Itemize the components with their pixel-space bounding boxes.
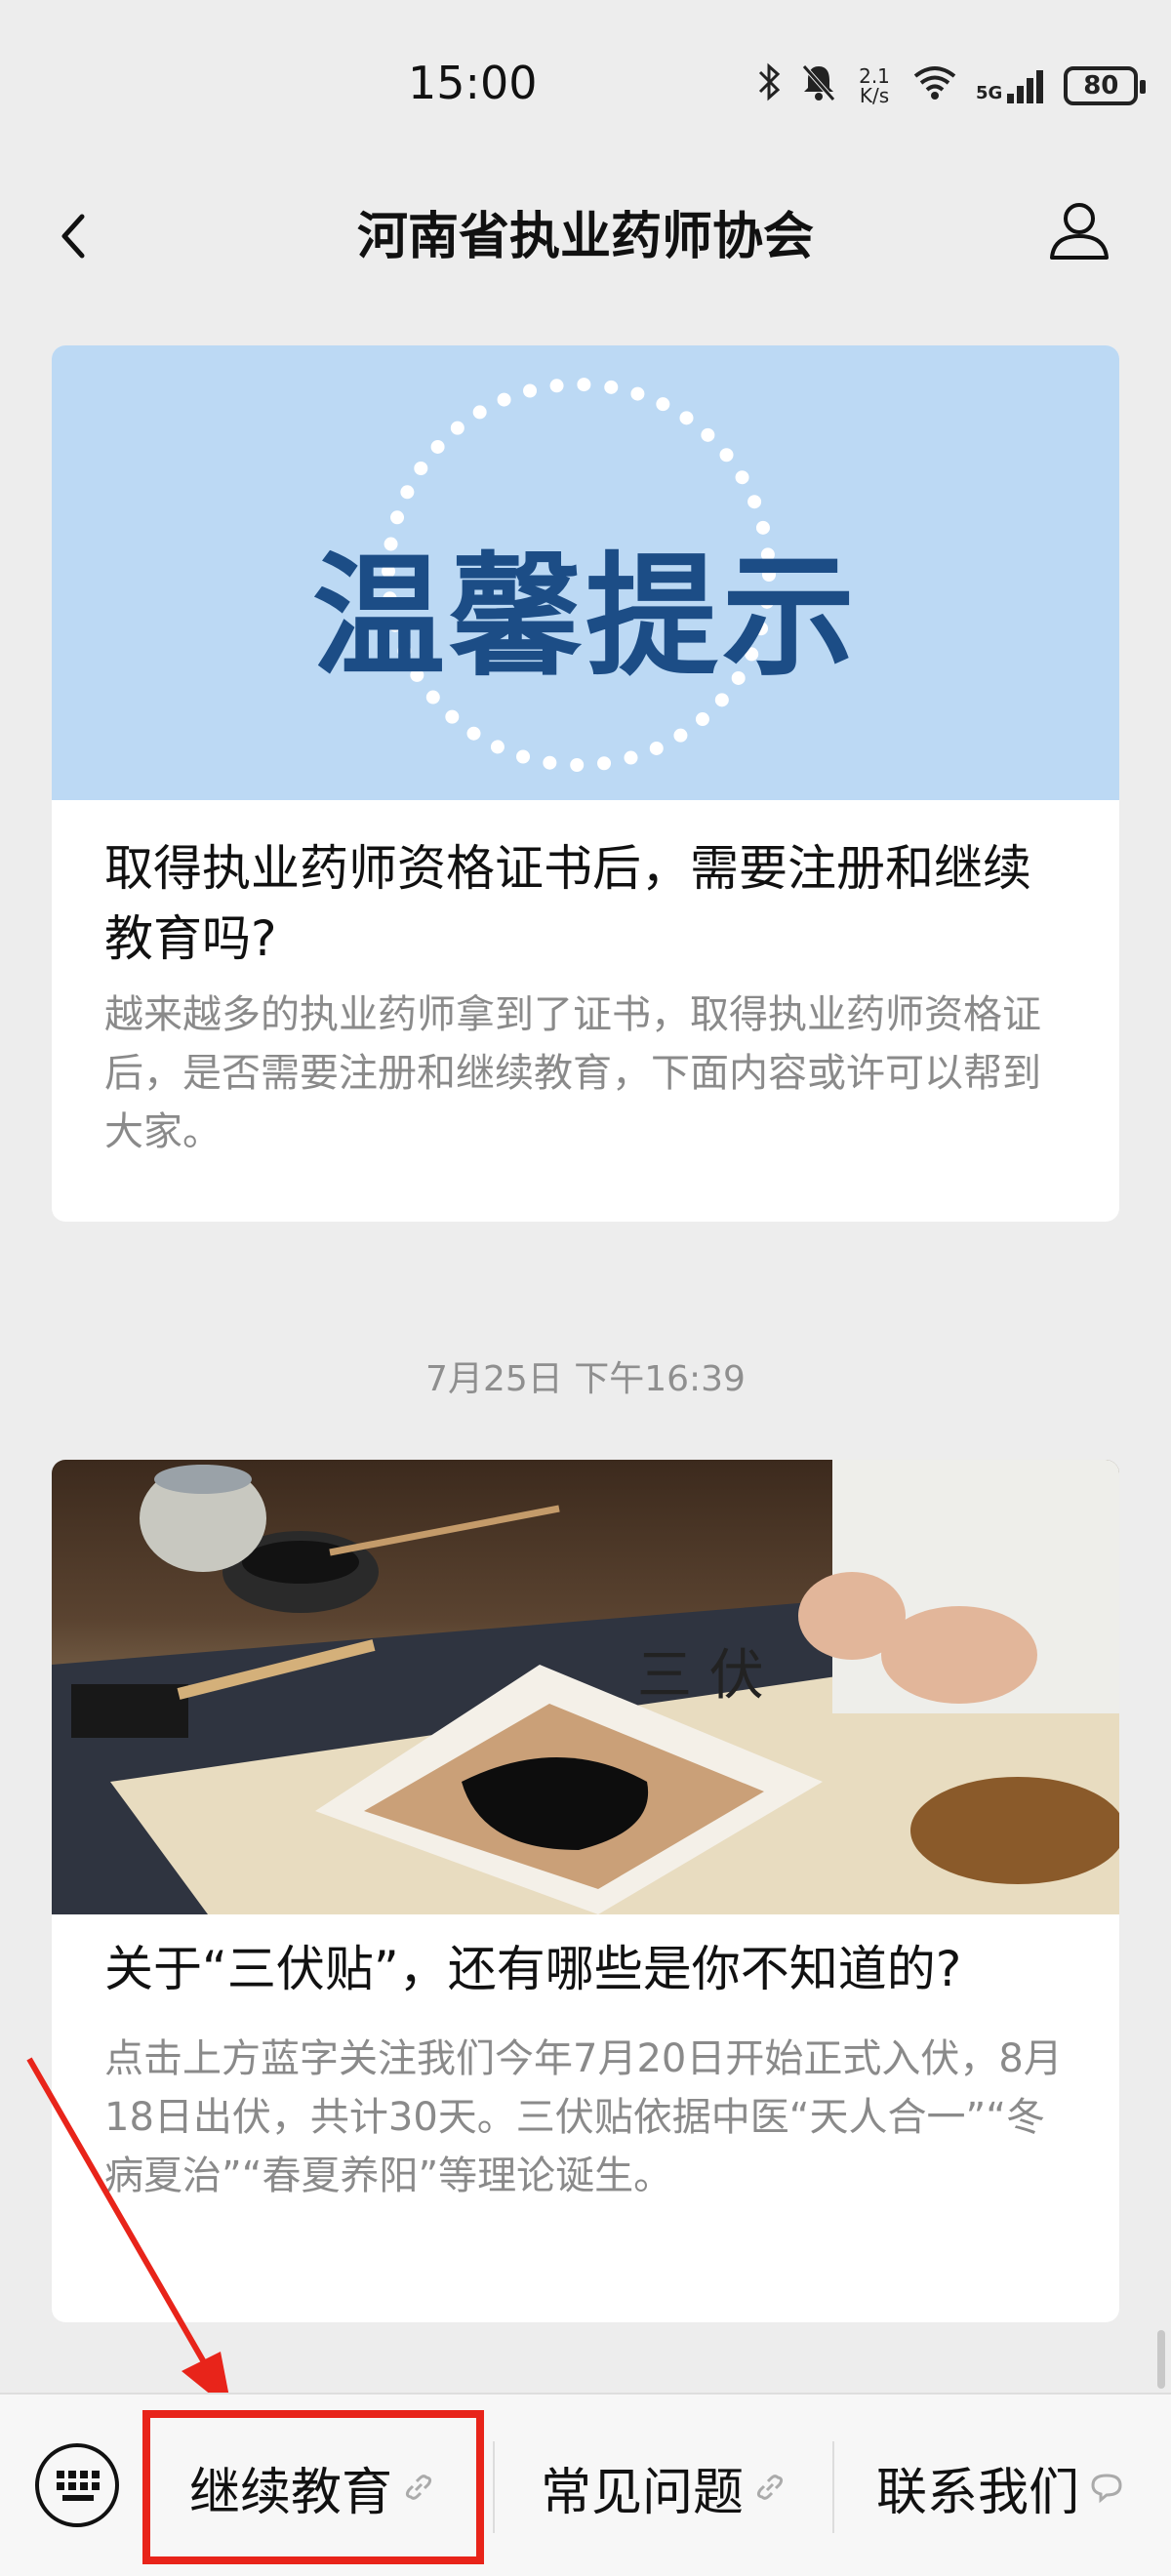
status-bar: 15:00 2.1 K/s 5G 80 <box>0 0 1171 172</box>
battery-indicator: 80 <box>1064 66 1147 105</box>
menu-item-faq[interactable]: 常见问题 <box>498 2414 829 2560</box>
article-card[interactable]: 三 伏 关于“三伏贴”，还有哪些是你不知道的? 点击上方蓝字关注我们今年7月20… <box>52 1460 1119 2322</box>
menu-item-label: 继续教育 <box>188 2463 392 2522</box>
bottom-menu-bar: 继续教育 常见问题 联系我们 <box>0 2393 1171 2576</box>
profile-button[interactable] <box>1040 191 1118 269</box>
svg-text:三 伏: 三 伏 <box>637 1644 764 1708</box>
link-icon <box>405 2475 432 2500</box>
page-title: 河南省执业药师协会 <box>356 208 814 266</box>
article-desc: 越来越多的执业药师拿到了证书，取得执业药师资格证后，是否需要注册和继续教育，下面… <box>104 992 1041 1154</box>
menu-divider <box>832 2441 834 2533</box>
menu-item-label: 常见问题 <box>540 2463 744 2522</box>
herbal-plaster-illustration: 三 伏 <box>52 1460 1119 1914</box>
link-icon <box>756 2475 784 2500</box>
article-title: 取得执业药师资格证书后，需要注册和继续教育吗? <box>104 840 1031 967</box>
bluetooth-icon <box>757 62 783 110</box>
menu-divider <box>493 2441 495 2533</box>
chat-bubble-icon <box>1091 2474 1122 2504</box>
wifi-icon <box>911 62 958 110</box>
article-card[interactable]: 温馨提示 取得执业药师资格证书后，需要注册和继续教育吗? 越来越多的执业药师拿到… <box>52 345 1119 1222</box>
banner-text: 温馨提示 <box>312 541 859 695</box>
status-time: 15:00 <box>408 57 538 109</box>
article-banner-image: 温馨提示 <box>52 345 1119 800</box>
article-title: 关于“三伏贴”，还有哪些是你不知道的? <box>104 1941 962 1997</box>
article-desc: 点击上方蓝字关注我们今年7月20日开始正式入伏，8月18日出伏，共计30天。三伏… <box>104 2036 1063 2198</box>
scrollbar[interactable] <box>1157 2330 1165 2389</box>
menu-item-label: 联系我们 <box>875 2463 1079 2522</box>
mute-bell-icon <box>800 62 837 110</box>
person-icon <box>1050 203 1109 260</box>
cell-signal-icon: 5G <box>976 68 1046 103</box>
nav-bar: 河南省执业药师协会 <box>0 172 1171 308</box>
menu-item-continuing-education[interactable]: 继续教育 <box>146 2414 478 2560</box>
article-photo-image: 三 伏 <box>52 1460 1119 1914</box>
net-speed: 2.1 K/s <box>859 64 890 107</box>
menu-item-contact-us[interactable]: 联系我们 <box>839 2414 1161 2560</box>
status-icons: 2.1 K/s 5G 80 <box>757 60 1147 111</box>
keyboard-toggle-button[interactable] <box>33 2441 121 2529</box>
keyboard-icon <box>35 2443 119 2527</box>
message-timestamp: 7月25日 下午16:39 <box>425 1359 746 1399</box>
